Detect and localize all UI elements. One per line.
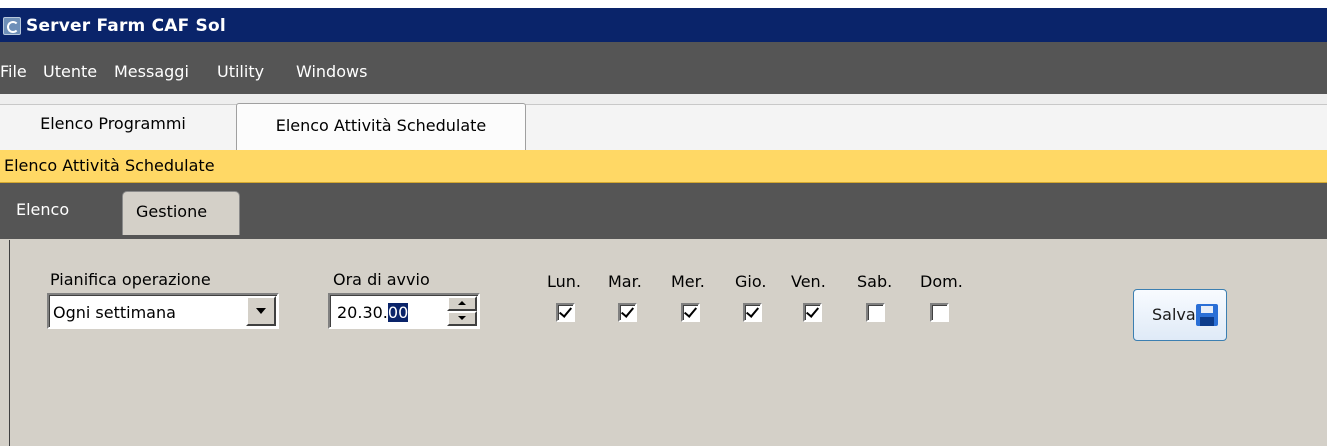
menu-file[interactable]: File [0, 62, 27, 81]
checkbox-ven[interactable] [803, 303, 822, 322]
day-label-lun: Lun. [547, 272, 581, 291]
time-value[interactable]: 20.30.00 [337, 303, 409, 322]
program-tab-strip: Elenco Programmi Elenco Attività Schedul… [0, 94, 1327, 151]
floppy-disk-icon [1196, 304, 1218, 326]
checkbox-gio[interactable] [743, 303, 762, 322]
schedule-value: Ogni settimana [53, 303, 176, 322]
checkbox-mer[interactable] [681, 303, 700, 322]
tab-elenco-programmi[interactable]: Elenco Programmi [0, 102, 226, 142]
day-label-ven: Ven. [791, 272, 826, 291]
section-header: Elenco Attività Schedulate [0, 150, 1327, 183]
sub-tab-strip: Elenco Gestione [0, 183, 1327, 235]
app-icon[interactable] [3, 17, 21, 35]
day-label-mar: Mar. [608, 272, 642, 291]
save-button[interactable]: Salva [1133, 289, 1227, 341]
time-input[interactable]: 20.30.00 [328, 293, 480, 329]
menu-utente[interactable]: Utente [43, 62, 97, 81]
checkbox-sab[interactable] [866, 303, 885, 322]
menu-messaggi[interactable]: Messaggi [114, 62, 189, 81]
checkbox-dom[interactable] [930, 303, 949, 322]
day-label-mer: Mer. [671, 272, 705, 291]
chevron-down-icon[interactable] [246, 296, 276, 326]
day-label-sab: Sab. [857, 272, 893, 291]
menu-utility[interactable]: Utility [217, 62, 264, 81]
section-title: Elenco Attività Schedulate [4, 156, 215, 175]
gestione-panel [0, 235, 1327, 446]
day-label-dom: Dom. [920, 272, 963, 291]
day-label-gio: Gio. [735, 272, 767, 291]
spin-up-icon[interactable] [447, 296, 477, 311]
time-spinner [447, 296, 477, 326]
spin-down-icon[interactable] [447, 311, 477, 326]
schedule-select[interactable]: Ogni settimana [47, 293, 279, 329]
tab-elenco[interactable]: Elenco [16, 200, 69, 219]
schedule-label: Pianifica operazione [50, 270, 211, 289]
title-bar: Server Farm CAF Sol [0, 0, 1327, 42]
tab-gestione[interactable]: Gestione [122, 191, 240, 235]
time-prefix: 20.30. [337, 303, 388, 322]
save-label: Salva [1152, 305, 1196, 324]
menu-windows[interactable]: Windows [296, 62, 367, 81]
tab-elenco-attivita-schedulate[interactable]: Elenco Attività Schedulate [236, 103, 526, 150]
time-label: Ora di avvio [333, 270, 430, 289]
checkbox-lun[interactable] [556, 303, 575, 322]
checkbox-mar[interactable] [618, 303, 637, 322]
window-title: Server Farm CAF Sol [26, 16, 226, 36]
menu-bar: File Utente Messaggi Utility Windows [0, 42, 1327, 94]
panel-border [9, 240, 10, 446]
time-selected-part: 00 [387, 303, 409, 322]
